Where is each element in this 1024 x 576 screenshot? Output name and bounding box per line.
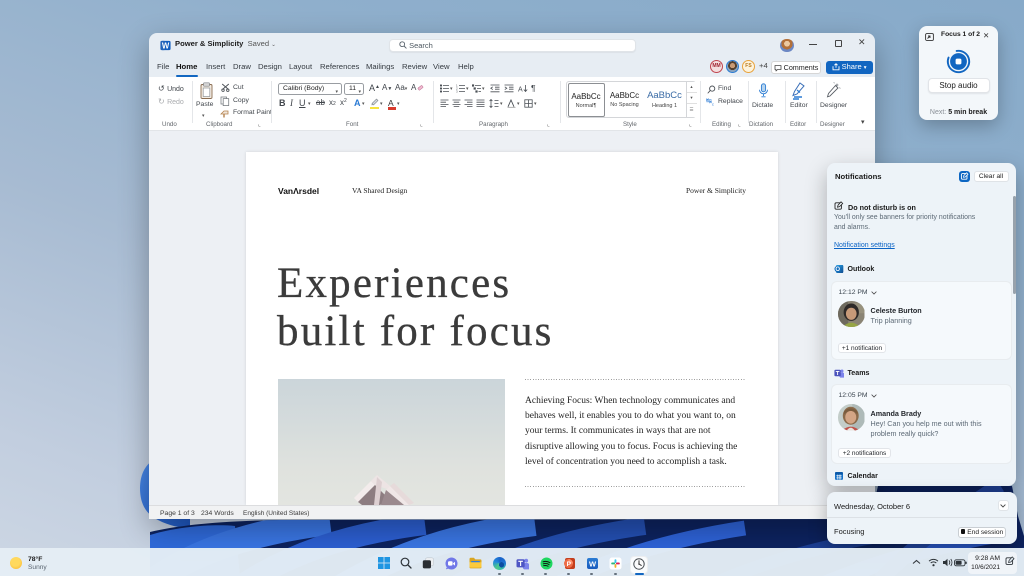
svg-text:P: P — [567, 561, 572, 568]
svg-text:W: W — [161, 41, 169, 50]
svg-text:A: A — [518, 86, 523, 93]
svg-text:W: W — [589, 559, 597, 568]
svg-text:3: 3 — [456, 90, 458, 93]
svg-text:O: O — [835, 267, 840, 273]
